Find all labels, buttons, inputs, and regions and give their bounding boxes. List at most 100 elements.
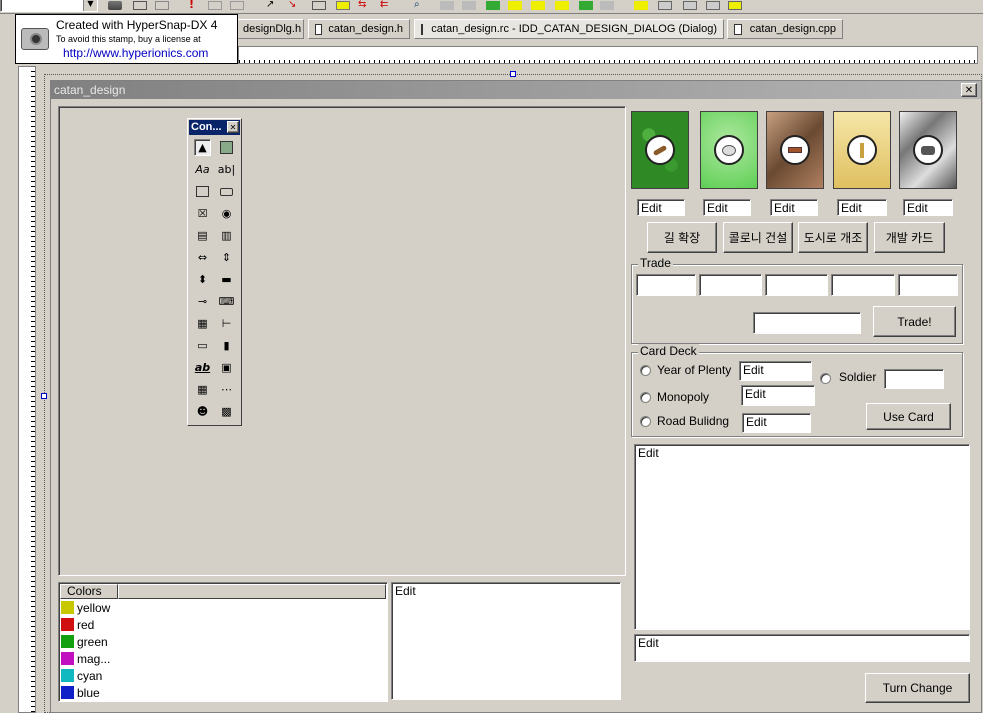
group-box-tool-icon[interactable] [194, 183, 211, 200]
toolbar-icon-19[interactable] [579, 1, 593, 10]
trade-button[interactable]: Trade! [873, 306, 956, 337]
monopoly-field[interactable]: Edit [741, 385, 815, 406]
dev-card-button[interactable]: 개발 카드 [874, 222, 945, 253]
tree-tool-icon[interactable]: ⊢ [218, 315, 235, 332]
year-of-plenty-radio[interactable] [640, 365, 651, 376]
tab-tool-icon[interactable]: ▭ [194, 337, 211, 354]
tab-designdlg-h[interactable]: designDlg.h [236, 19, 304, 39]
toolbar-icon-9[interactable] [336, 1, 350, 10]
soldier-radio[interactable] [820, 373, 831, 384]
button-tool-icon[interactable] [218, 183, 235, 200]
turn-change-button[interactable]: Turn Change [865, 673, 970, 703]
toolbar-icon-12[interactable]: ⌕ [414, 0, 428, 12]
toolbar-icon-22[interactable] [658, 1, 672, 10]
tab-catan-design-cpp[interactable]: catan_design.cpp [727, 19, 843, 39]
list-item[interactable]: green [61, 634, 108, 651]
status-textarea[interactable]: Edit [391, 582, 621, 700]
datetime-tool-icon[interactable]: ▣ [218, 359, 235, 376]
tab-catan-design-rc[interactable]: catan_design.rc - IDD_CATAN_DESIGN_DIALO… [414, 19, 724, 39]
resource-card-ore[interactable] [899, 111, 957, 189]
brick-count-field[interactable]: Edit [770, 199, 818, 216]
toolbar-icon-3[interactable] [155, 1, 169, 10]
spin-tool-icon[interactable]: ⬍ [194, 271, 211, 288]
edit-box-tool-icon[interactable]: ab| [218, 161, 235, 178]
colors-listview[interactable]: Colors yellow red green mag... cyan blue [58, 582, 388, 702]
road-building-field[interactable]: Edit [742, 413, 811, 433]
palette-close-button[interactable]: ✕ [227, 121, 239, 133]
list-item[interactable]: mag... [61, 651, 110, 668]
vscroll-tool-icon[interactable]: ⇕ [218, 249, 235, 266]
build-settlement-button[interactable]: 콜로니 건설 [723, 222, 793, 253]
ore-count-field[interactable]: Edit [903, 199, 953, 216]
pointer-tool-icon[interactable]: ▲ [194, 139, 211, 156]
toolbar-icon-11[interactable]: ⇇ [380, 0, 394, 12]
listctrl-tool-icon[interactable]: ▦ [194, 315, 211, 332]
sheep-count-field[interactable]: Edit [703, 199, 751, 216]
exclamation-icon[interactable]: ! [189, 0, 203, 12]
toolbar-icon-10[interactable]: ⇆ [358, 0, 372, 12]
richedit-tool-icon[interactable]: ab [194, 359, 211, 376]
toolbar-icon-21[interactable] [634, 1, 648, 10]
dialog-close-button[interactable]: ✕ [961, 83, 977, 97]
toolbar-icon-7[interactable]: ↘ [288, 0, 302, 12]
toolbar-icon-25[interactable] [728, 1, 742, 10]
monopoly-radio[interactable] [640, 392, 651, 403]
toolbar-icon-4[interactable] [208, 1, 222, 10]
resize-handle[interactable] [510, 71, 516, 77]
progress-tool-icon[interactable]: ▬ [218, 271, 235, 288]
config-combo[interactable]: ▼ [0, 0, 98, 12]
custom-tool-icon[interactable]: ☻ [194, 403, 211, 420]
resize-handle[interactable] [41, 393, 47, 399]
slider-tool-icon[interactable]: ⊸ [194, 293, 211, 310]
trade-target-field[interactable] [753, 312, 861, 334]
chevron-down-icon[interactable]: ▼ [83, 0, 97, 11]
ip-tool-icon[interactable]: ⋯ [218, 381, 235, 398]
toolbar-icon-15[interactable] [486, 1, 500, 10]
dialog-titlebar[interactable]: catan_design ✕ [51, 81, 981, 99]
hscroll-tool-icon[interactable]: ⇔ [194, 249, 211, 266]
log-textarea[interactable]: Edit [634, 444, 970, 630]
list-item[interactable]: red [61, 617, 94, 634]
trade-field-3[interactable] [765, 274, 828, 296]
trade-field-4[interactable] [831, 274, 895, 296]
toolbar-icon-14[interactable] [462, 1, 476, 10]
list-item[interactable]: blue [61, 685, 100, 701]
toolbar-icon-6[interactable]: ↗ [266, 0, 280, 12]
soldier-field[interactable] [884, 369, 944, 389]
picture-tool-icon[interactable] [218, 139, 235, 156]
list-item[interactable]: cyan [61, 668, 102, 685]
toolbar-icon-8[interactable] [312, 1, 326, 10]
wood-count-field[interactable]: Edit [637, 199, 685, 216]
toolbar-icon-1[interactable] [108, 1, 122, 10]
resource-card-brick[interactable] [766, 111, 824, 189]
tab-catan-design-h[interactable]: catan_design.h [308, 19, 410, 39]
resource-card-sheep[interactable] [700, 111, 758, 189]
toolbar-icon-13[interactable] [440, 1, 454, 10]
wheat-count-field[interactable]: Edit [837, 199, 887, 216]
combo-tool-icon[interactable]: ▤ [194, 227, 211, 244]
listbox-tool-icon[interactable]: ▥ [218, 227, 235, 244]
colors-column-header[interactable]: Colors [60, 584, 118, 599]
chat-input-field[interactable]: Edit [634, 634, 970, 662]
toolbar-icon-24[interactable] [706, 1, 720, 10]
checkbox-tool-icon[interactable]: ☒ [194, 205, 211, 222]
radio-tool-icon[interactable]: ◉ [218, 205, 235, 222]
calendar-tool-icon[interactable]: ▦ [194, 381, 211, 398]
trade-field-1[interactable] [636, 274, 696, 296]
resource-card-wheat[interactable] [833, 111, 891, 189]
trade-field-2[interactable] [699, 274, 762, 296]
palette-titlebar[interactable]: Con... ✕ [189, 120, 240, 135]
animate-tool-icon[interactable]: ▮ [218, 337, 235, 354]
extcombo-tool-icon[interactable]: ▩ [218, 403, 235, 420]
use-card-button[interactable]: Use Card [866, 403, 951, 430]
trade-field-5[interactable] [898, 274, 958, 296]
road-building-radio[interactable] [640, 416, 651, 427]
toolbar-icon-2[interactable] [133, 1, 147, 10]
hotkey-tool-icon[interactable]: ⌨ [218, 293, 235, 310]
build-road-button[interactable]: 길 확장 [647, 222, 717, 253]
toolbar-icon-5[interactable] [230, 1, 244, 10]
stamp-link[interactable]: http://www.hyperionics.com [63, 46, 208, 60]
resource-card-wood[interactable] [631, 111, 689, 189]
year-of-plenty-field[interactable]: Edit [739, 361, 812, 381]
toolbar-icon-18[interactable] [555, 1, 569, 10]
